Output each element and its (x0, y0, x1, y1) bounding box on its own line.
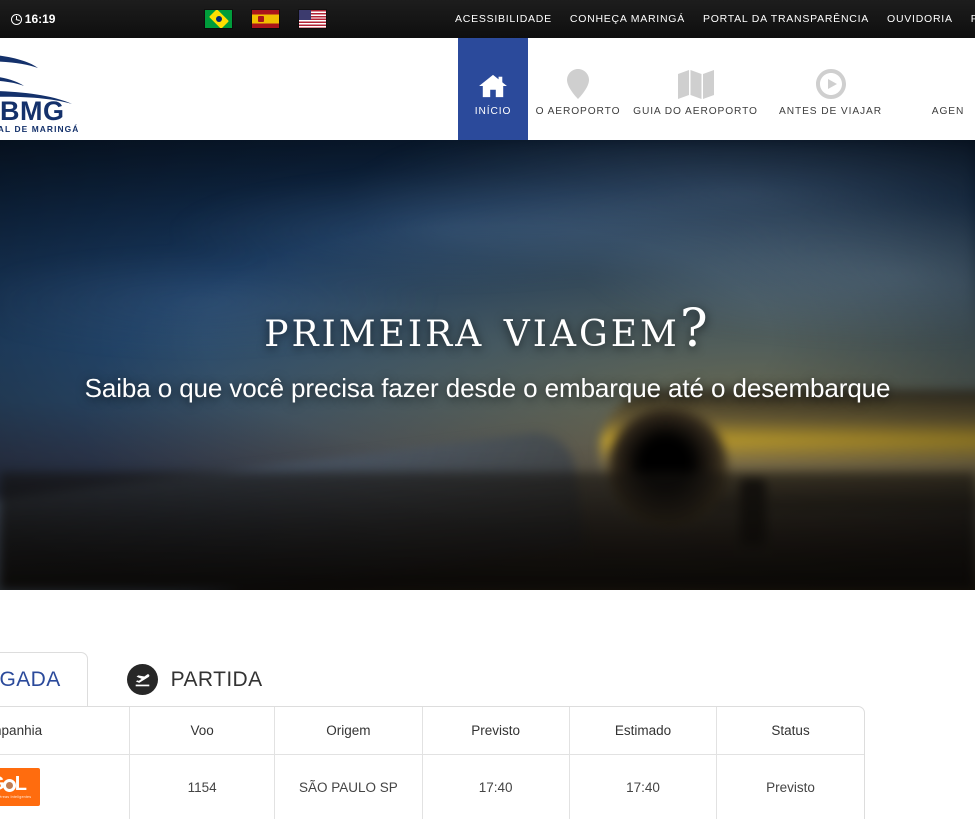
flight-board-tabs: CHEGADA PARTIDA (0, 652, 865, 706)
nav-item-antes-de-viajar[interactable]: ANTES DE VIAJAR (763, 38, 898, 140)
flight-board-panel: CHEGADA PARTIDA (0, 652, 865, 819)
flag-brazil-icon[interactable] (205, 10, 232, 28)
site-logo[interactable]: BMG GIONAL DE MARINGÁ (0, 46, 102, 134)
cell-status: Previsto (766, 779, 815, 795)
cell-previsto: 17:40 (422, 754, 570, 819)
nav-item-guia-do-aeroporto[interactable]: GUIA DO AEROPORTO (628, 38, 763, 140)
column-header-voo: Voo (129, 707, 276, 755)
main-navigation: INÍCIO O AEROPORTO GUIA DO AEROPORTO ANT… (458, 38, 975, 140)
hero-title: Primeira Viagem? (264, 299, 711, 359)
topbar-link-acessibilidade[interactable]: ACESSIBILIDADE (455, 13, 552, 25)
topbar-left-group: NHO 16:19 (0, 12, 55, 26)
nav-item-guia-do-aeroporto-label: GUIA DO AEROPORTO (633, 106, 758, 117)
nav-item-antes-de-viajar-label: ANTES DE VIAJAR (779, 106, 882, 117)
cell-companhia: GL Linhas Aéreas Inteligentes (0, 754, 131, 819)
top-utility-links: ACESSIBILIDADE CONHEÇA MARINGÁ PORTAL DA… (455, 0, 975, 38)
map-pin-icon (567, 65, 589, 99)
flag-spain-icon[interactable] (252, 10, 279, 28)
nav-item-agenda[interactable]: AGEN (898, 38, 975, 140)
selected-language-pointer (210, 38, 228, 47)
topbar-link-portal-transparencia[interactable]: PORTAL DA TRANSPARÊNCIA (703, 13, 869, 25)
nav-item-o-aeroporto[interactable]: O AEROPORTO (528, 38, 628, 140)
tab-partida[interactable]: PARTIDA (101, 652, 290, 706)
gol-tagline: Linhas Aéreas Inteligentes (0, 795, 32, 800)
flag-usa-icon[interactable] (299, 10, 326, 28)
cell-estimado: 17:40 (569, 754, 718, 819)
column-header-origem: Origem (274, 707, 423, 755)
hero-subtitle: Saiba o que você precisa fazer desde o e… (84, 372, 891, 403)
gol-o-ring-icon (2, 779, 16, 793)
cell-origem: SÃO PAULO SP (274, 754, 423, 819)
flight-table-container: Companhia Voo Origem Previsto Estimado S… (0, 706, 865, 819)
nav-item-agenda-label: AGEN (931, 106, 965, 117)
nav-item-o-aeroporto-label: O AEROPORTO (535, 106, 621, 117)
clock-icon (10, 13, 22, 25)
column-header-companhia: Companhia (0, 707, 131, 755)
logo-text: BMG (0, 96, 65, 126)
main-content: CHEGADA PARTIDA (0, 590, 975, 819)
gol-wordmark: GL (0, 774, 27, 794)
topbar-link-fale-conosco[interactable]: FA (971, 13, 975, 25)
home-icon (478, 65, 508, 99)
language-selector[interactable] (205, 0, 326, 38)
map-icon (677, 65, 714, 99)
logo-subtitle: GIONAL DE MARINGÁ (0, 124, 80, 134)
top-utility-bar: NHO 16:19 ACESSIBILIDADE CONHEÇA MARINGÁ… (0, 0, 975, 47)
tab-partida-label: PARTIDA (170, 667, 263, 691)
table-row: GL Linhas Aéreas Inteligentes 1154 SÃO P… (0, 754, 864, 819)
current-time-value: 16:19 (24, 12, 56, 26)
plane-departure-icon (126, 664, 158, 695)
column-header-status: Status (716, 707, 864, 755)
play-circle-icon (815, 65, 846, 99)
topbar-link-conheca-maringa[interactable]: CONHEÇA MARINGÁ (570, 13, 685, 25)
cell-voo: 1154 (129, 754, 276, 819)
column-header-estimado: Estimado (569, 707, 718, 755)
hero-banner: Primeira Viagem? Saiba o que você precis… (0, 140, 975, 590)
flight-table: Companhia Voo Origem Previsto Estimado S… (0, 707, 864, 819)
column-header-previsto: Previsto (422, 707, 570, 755)
tab-chegada[interactable]: CHEGADA (0, 652, 88, 706)
hero-copy: Primeira Viagem? Saiba o que você precis… (0, 302, 975, 404)
site-header: BMG GIONAL DE MARINGÁ INÍCIO O AEROPORTO (0, 38, 975, 140)
topbar-link-ouvidoria[interactable]: OUVIDORIA (887, 13, 953, 25)
tab-chegada-label: CHEGADA (0, 667, 61, 691)
nav-item-inicio-label: INÍCIO (474, 106, 512, 117)
nav-item-inicio[interactable]: INÍCIO (458, 38, 528, 140)
gol-airline-logo: GL Linhas Aéreas Inteligentes (0, 768, 40, 806)
current-time: 16:19 (10, 12, 56, 26)
table-header-row: Companhia Voo Origem Previsto Estimado S… (0, 707, 864, 755)
